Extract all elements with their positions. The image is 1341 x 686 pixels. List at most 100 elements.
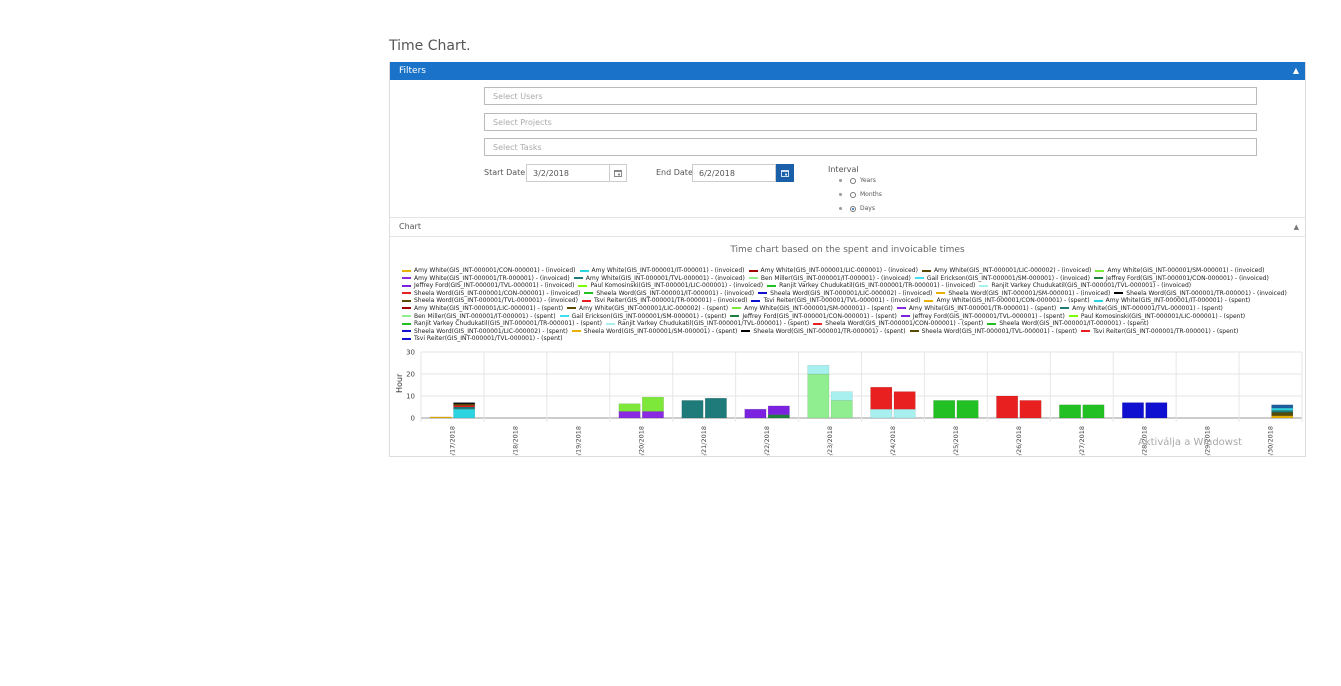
x-tick-label: 5/21/2018 xyxy=(700,426,708,457)
legend-item[interactable]: Tsvi Reiter(GIS_INT-000001/TR-000001) - … xyxy=(581,297,747,305)
legend-item[interactable]: Amy White(GIS_INT-000001/TR-000001) - (i… xyxy=(402,275,570,283)
legend-swatch xyxy=(921,269,931,272)
bar-segment xyxy=(870,386,893,410)
legend-item[interactable]: Sheela Word(GIS_INT-000001/TR-000001) - … xyxy=(741,328,906,336)
legend-item[interactable]: Amy White(GIS_INT-000001/LIC-000001) - (… xyxy=(748,267,918,275)
interval-option-months[interactable]: Months xyxy=(839,191,882,198)
legend-item[interactable]: Sheela Word(GIS_INT-000001/CON-000001) -… xyxy=(813,320,983,328)
legend-item[interactable]: Amy White(GIS_INT-000001/CON-000001) - (… xyxy=(924,297,1090,305)
x-tick-label: 5/27/2018 xyxy=(1078,426,1086,457)
interval-option-years[interactable]: Years xyxy=(839,177,876,184)
legend-item[interactable]: Jeffrey Ford(GIS_INT-000001/CON-000001) … xyxy=(730,313,897,321)
legend-label: Sheela Word(GIS_INT-000001/LIC-000002) -… xyxy=(770,289,933,297)
legend-label: Amy White(GIS_INT-000001/LIC-000001) - (… xyxy=(760,267,918,274)
projects-select[interactable]: Select Projects xyxy=(484,113,1257,131)
legend-swatch xyxy=(732,307,742,310)
legend-item[interactable]: Amy White(GIS_INT-000001/TVL-000001) - (… xyxy=(1060,305,1223,313)
legend-item[interactable]: Tsvi Reiter(GIS_INT-000001/TVL-000001) -… xyxy=(402,335,563,343)
legend-item[interactable]: Ranjit Varkey Chudukatil(GIS_INT-000001/… xyxy=(979,282,1191,290)
legend-item[interactable]: Sheela Word(GIS_INT-000001/IT-000001) - … xyxy=(987,320,1149,328)
legend-label: Sheela Word(GIS_INT-000001/LIC-000002) -… xyxy=(414,327,568,335)
legend-swatch xyxy=(1060,307,1070,310)
legend-item[interactable]: Amy White(GIS_INT-000001/IT-000001) - (s… xyxy=(1093,297,1251,305)
filters-header[interactable]: Filters ▲ xyxy=(390,62,1305,80)
legend-label: Amy White(GIS_INT-000001/IT-000001) - (s… xyxy=(1105,297,1251,305)
chart-header[interactable]: Chart ▲ xyxy=(390,218,1305,237)
legend-item[interactable]: Sheela Word(GIS_INT-000001/TVL-000001) -… xyxy=(909,328,1077,336)
legend-swatch xyxy=(402,330,411,333)
legend-item[interactable]: Amy White(GIS_INT-000001/TR-000001) - (s… xyxy=(896,305,1056,313)
tasks-select[interactable]: Select Tasks xyxy=(484,138,1257,156)
bar-segment xyxy=(453,402,476,405)
legend-item[interactable]: Sheela Word(GIS_INT-000001/CON-000001) -… xyxy=(402,290,580,298)
legend-swatch xyxy=(402,277,411,280)
legend-swatch xyxy=(584,292,594,295)
legend-item[interactable]: Tsvi Reiter(GIS_INT-000001/TVL-000001) -… xyxy=(751,297,920,305)
legend-label: Amy White(GIS_INT-000001/SM-000001) - (i… xyxy=(1107,267,1265,274)
legend-item[interactable]: Jeffrey Ford(GIS_INT-000001/TVL-000001) … xyxy=(402,282,574,290)
collapse-caret-icon[interactable]: ▲ xyxy=(1293,62,1299,80)
end-date-calendar-button[interactable] xyxy=(776,164,794,182)
x-tick-label: 5/17/2018 xyxy=(448,426,456,457)
legend-swatch xyxy=(748,277,758,280)
legend-item[interactable]: Amy White(GIS_INT-000001/CON-000001) - (… xyxy=(402,267,576,275)
legend-item[interactable]: Tsvi Reiter(GIS_INT-000001/TR-000001) - … xyxy=(1081,328,1238,336)
interval-option-label: Days xyxy=(860,205,875,212)
x-tick-label: 5/24/2018 xyxy=(889,426,897,457)
legend-item[interactable]: Sheela Word(GIS_INT-000001/TVL-000001) -… xyxy=(402,297,578,305)
legend-item[interactable]: Amy White(GIS_INT-000001/LIC-000002) - (… xyxy=(567,305,728,313)
legend-item[interactable]: Amy White(GIS_INT-000001/SM-000001) - (i… xyxy=(1095,267,1264,275)
legend-item[interactable]: Sheela Word(GIS_INT-000001/LIC-000002) -… xyxy=(758,290,932,298)
bar-segment xyxy=(744,408,767,419)
users-select[interactable]: Select Users xyxy=(484,87,1257,105)
legend-label: Ranjit Varkey Chudukatil(GIS_INT-000001/… xyxy=(991,282,1192,290)
radio-years[interactable] xyxy=(850,177,856,184)
legend-item[interactable]: Amy White(GIS_INT-000001/IT-000001) - (i… xyxy=(579,267,745,275)
legend-item[interactable]: Paul Komosinski(GIS_INT-000001/LIC-00000… xyxy=(578,282,763,290)
legend-swatch xyxy=(402,307,411,310)
start-date-input[interactable]: 3/2/2018 xyxy=(526,164,610,182)
legend-item[interactable]: Ranjit Varkey Chudukatil(GIS_INT-000001/… xyxy=(402,320,602,328)
legend-item[interactable]: Gail Erickson(GIS_INT-000001/SM-000001) … xyxy=(914,275,1090,283)
legend-item[interactable]: Ben Miller(GIS_INT-000001/IT-000001) - (… xyxy=(748,275,911,283)
interval-option-label: Months xyxy=(860,191,882,198)
bar-segment xyxy=(767,414,790,419)
legend-swatch xyxy=(896,307,906,310)
legend-item[interactable]: Amy White(GIS_INT-000001/SM-000001) - (s… xyxy=(732,305,893,313)
radio-days[interactable] xyxy=(850,205,856,212)
legend-label: Amy White(GIS_INT-000001/SM-000001) - (s… xyxy=(744,304,893,312)
bar-segment xyxy=(642,396,664,412)
legend-item[interactable]: Ben Miller(GIS_INT-000001/IT-000001) - (… xyxy=(402,313,556,321)
legend-item[interactable]: Paul Komosinski(GIS_INT-000001/LIC-00000… xyxy=(1068,313,1245,321)
legend-swatch xyxy=(1068,315,1078,318)
legend-item[interactable]: Sheela Word(GIS_INT-000001/SM-000001) - … xyxy=(571,328,737,336)
end-date-input[interactable]: 6/2/2018 xyxy=(692,164,776,182)
interval-option-days[interactable]: Days xyxy=(839,205,875,212)
legend-item[interactable]: Amy White(GIS_INT-000001/LIC-000001) - (… xyxy=(402,305,563,313)
legend-item[interactable]: Gail Erickson(GIS_INT-000001/SM-000001) … xyxy=(559,313,726,321)
windows-activation-watermark: Aktiválja a Windowst xyxy=(1138,437,1243,448)
radio-months[interactable] xyxy=(850,191,856,198)
bar-segment xyxy=(1122,402,1144,419)
legend-item[interactable]: Ranjit Varkey Chudukatil(GIS_INT-000001/… xyxy=(767,282,975,290)
legend-label: Sheela Word(GIS_INT-000001/SM-000001) - … xyxy=(948,289,1111,297)
legend-swatch xyxy=(909,330,919,333)
legend-item[interactable]: Amy White(GIS_INT-000001/LIC-000002) - (… xyxy=(921,267,1091,275)
collapse-caret-icon[interactable]: ▲ xyxy=(1294,218,1299,236)
legend-item[interactable]: Sheela Word(GIS_INT-000001/IT-000001) - … xyxy=(584,290,754,298)
legend-label: Amy White(GIS_INT-000001/LIC-000002) - (… xyxy=(579,304,729,312)
legend-label: Sheela Word(GIS_INT-000001/IT-000001) - … xyxy=(999,320,1149,328)
legend-item[interactable]: Ranjit Varkey Chudukatil(GIS_INT-000001/… xyxy=(605,320,810,328)
legend-label: Amy White(GIS_INT-000001/LIC-000001) - (… xyxy=(414,304,564,312)
legend-item[interactable]: Sheela Word(GIS_INT-000001/TR-000001) - … xyxy=(1114,290,1287,298)
legend-item[interactable]: Sheela Word(GIS_INT-000001/LIC-000002) -… xyxy=(402,328,568,336)
legend-label: Ranjit Varkey Chudukatil(GIS_INT-000001/… xyxy=(617,320,810,328)
bar-segment xyxy=(1271,412,1294,417)
legend-label: Sheela Word(GIS_INT-000001/IT-000001) - … xyxy=(596,289,755,297)
legend-item[interactable]: Amy White(GIS_INT-000001/TVL-000001) - (… xyxy=(573,275,745,283)
legend-item[interactable]: Jeffrey Ford(GIS_INT-000001/TVL-000001) … xyxy=(900,313,1065,321)
start-date-calendar-button[interactable] xyxy=(609,164,627,182)
legend-item[interactable]: Sheela Word(GIS_INT-000001/SM-000001) - … xyxy=(936,290,1110,298)
bullet-icon xyxy=(839,179,842,182)
legend-item[interactable]: Jeffrey Ford(GIS_INT-000001/CON-000001) … xyxy=(1093,275,1269,283)
